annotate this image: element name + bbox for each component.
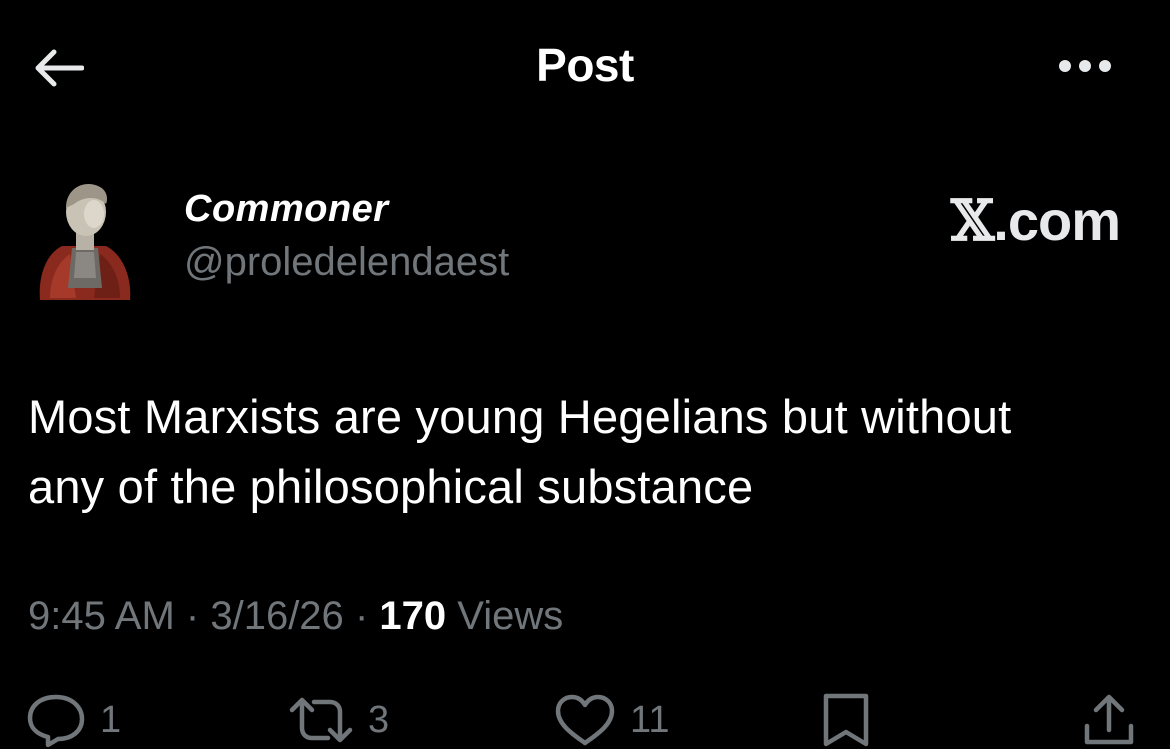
author-handle[interactable]: @proledelendaest [184, 240, 509, 285]
views-label[interactable]: Views [457, 594, 563, 638]
post-text: Most Marxists are young Hegelians but wi… [28, 382, 1138, 522]
more-options-button[interactable] [1050, 44, 1120, 88]
page-title: Post [536, 39, 634, 91]
post-text-line: Most Marxists are young Hegelians but wi… [28, 390, 1012, 443]
views-count[interactable]: 170 [379, 594, 446, 638]
heart-icon [555, 694, 615, 746]
bookmark-button[interactable] [820, 692, 872, 748]
post-date[interactable]: 3/16/26 [210, 594, 343, 638]
repost-button[interactable]: 3 [288, 692, 389, 748]
reply-button[interactable]: 1 [26, 692, 121, 748]
share-button[interactable] [1082, 692, 1136, 748]
reply-bubble-icon [27, 694, 85, 747]
reply-count: 1 [100, 698, 122, 741]
more-dots-icon [1059, 60, 1111, 72]
watermark-domain: .com [993, 189, 1121, 252]
like-button[interactable]: 11 [554, 692, 669, 748]
avatar[interactable] [36, 178, 132, 304]
repost-count: 3 [368, 698, 390, 741]
bookmark-icon [823, 693, 869, 747]
post-text-line: any of the philosophical substance [28, 460, 754, 513]
meta-separator: · [354, 594, 369, 638]
x-com-watermark: 𝕏.com [950, 188, 1121, 254]
post-meta: 9:45 AM · 3/16/26 · 170 Views [28, 594, 563, 639]
author-display-name[interactable]: Commoner [184, 188, 389, 231]
post-detail-screen: Post Commoner @proledelendaest 𝕏.com Mos… [0, 0, 1170, 749]
x-logo-glyph: 𝕏 [950, 188, 994, 254]
like-count: 11 [630, 698, 670, 741]
share-upload-icon [1084, 694, 1134, 745]
meta-separator: · [185, 594, 200, 638]
post-time[interactable]: 9:45 AM [28, 594, 175, 638]
repost-arrows-icon [289, 697, 353, 743]
bust-statue-avatar [39, 184, 131, 300]
